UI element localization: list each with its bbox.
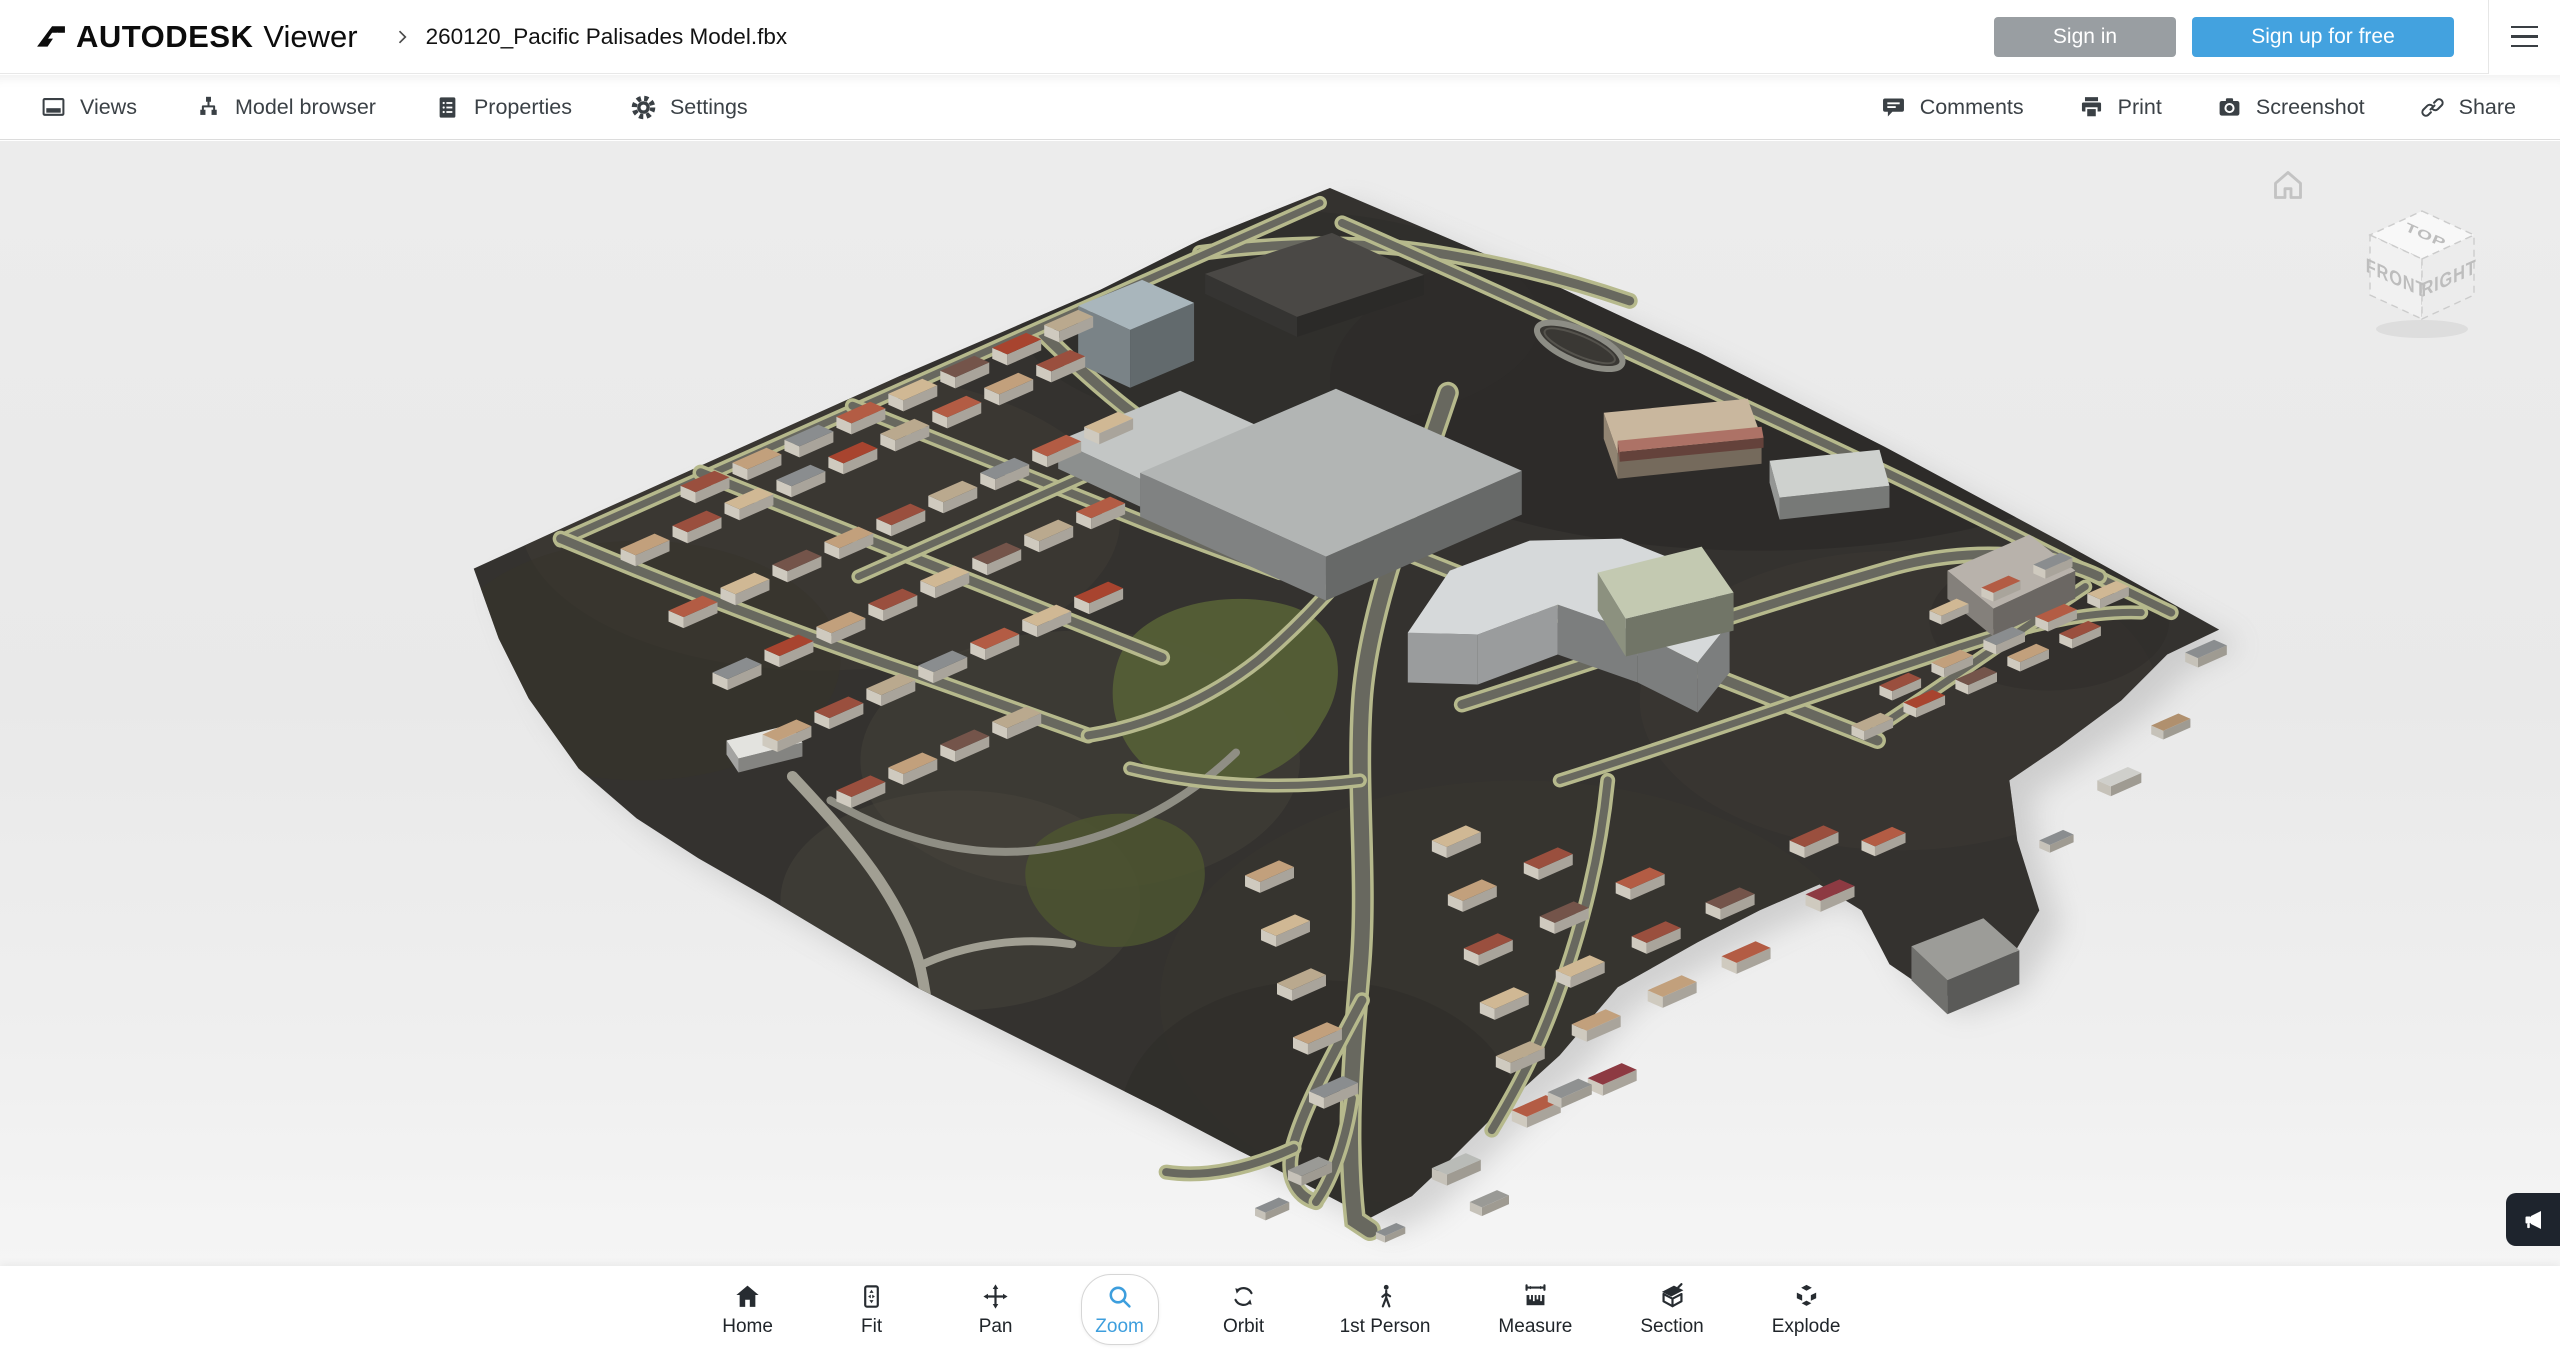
header-actions: Sign in Sign up for free	[1994, 0, 2560, 73]
model-viewport[interactable]: TOP FRONT RIGHT	[0, 141, 2560, 1267]
section-plane-icon	[1658, 1281, 1687, 1313]
views-icon	[40, 94, 67, 121]
menu-label: Share	[2459, 95, 2516, 120]
tool-label: Fit	[861, 1316, 882, 1338]
share-link-icon	[2419, 94, 2446, 121]
sign-in-button[interactable]: Sign in	[1994, 17, 2176, 57]
menu-label: Properties	[474, 95, 572, 120]
view-cube[interactable]: TOP FRONT RIGHT	[2356, 201, 2492, 353]
walking-person-icon	[1371, 1281, 1400, 1313]
tool-fit[interactable]: Fit	[833, 1274, 911, 1345]
measure-ruler-icon	[1521, 1281, 1550, 1313]
megaphone-icon	[2519, 1206, 2547, 1234]
tool-first-person[interactable]: 1st Person	[1329, 1274, 1442, 1345]
announcements-button[interactable]	[2506, 1193, 2560, 1246]
menu-model-browser[interactable]: Model browser	[195, 94, 376, 121]
tool-label: Zoom	[1095, 1316, 1144, 1338]
breadcrumb: 260120_Pacific Palisades Model.fbx	[392, 24, 787, 50]
menu-print[interactable]: Print	[2078, 94, 2162, 121]
autodesk-logo-icon	[36, 22, 66, 52]
home-icon	[733, 1281, 762, 1313]
header: AUTODESK Viewer 260120_Pacific Palisades…	[0, 0, 2560, 74]
tool-orbit[interactable]: Orbit	[1205, 1274, 1283, 1345]
tool-explode[interactable]: Explode	[1761, 1274, 1852, 1345]
explode-cube-icon	[1792, 1281, 1821, 1313]
menu-share[interactable]: Share	[2419, 94, 2516, 121]
product-text: Viewer	[263, 19, 357, 55]
tool-measure[interactable]: Measure	[1487, 1274, 1583, 1345]
chevron-right-icon	[392, 27, 412, 47]
settings-gear-icon	[630, 94, 657, 121]
pan-icon	[981, 1281, 1010, 1313]
tool-label: Section	[1640, 1316, 1703, 1338]
fit-icon	[857, 1281, 886, 1313]
autodesk-logo[interactable]: AUTODESK Viewer	[36, 19, 358, 55]
tool-label: 1st Person	[1340, 1316, 1431, 1338]
city-model-canvas[interactable]	[0, 141, 2560, 1267]
menu-label: Print	[2118, 95, 2162, 120]
brand-text: AUTODESK	[76, 19, 253, 55]
tool-section[interactable]: Section	[1629, 1274, 1714, 1345]
tool-label: Measure	[1498, 1316, 1572, 1338]
zoom-magnifier-icon	[1105, 1281, 1134, 1313]
menu-properties[interactable]: Properties	[434, 94, 572, 121]
screenshot-camera-icon	[2216, 94, 2243, 121]
menu-settings[interactable]: Settings	[630, 94, 748, 121]
menu-label: Model browser	[235, 95, 376, 120]
menu-hamburger-button[interactable]	[2489, 0, 2560, 74]
menu-comments[interactable]: Comments	[1880, 94, 2024, 121]
model-filename: 260120_Pacific Palisades Model.fbx	[426, 24, 787, 50]
viewcube-home-icon[interactable]	[2268, 165, 2308, 205]
navigation-toolbar: Home Fit	[0, 1266, 2560, 1352]
tool-pan[interactable]: Pan	[957, 1274, 1035, 1345]
menu-screenshot[interactable]: Screenshot	[2216, 94, 2365, 121]
tool-label: Pan	[979, 1316, 1013, 1338]
tool-label: Orbit	[1223, 1316, 1264, 1338]
model-browser-icon	[195, 94, 222, 121]
menu-label: Views	[80, 95, 137, 120]
print-icon	[2078, 94, 2105, 121]
tool-label: Home	[722, 1316, 773, 1338]
menubar-left: Views Model browser Properties	[40, 94, 748, 121]
properties-icon	[434, 94, 461, 121]
menu-label: Screenshot	[2256, 95, 2365, 120]
tool-zoom-active[interactable]: Zoom	[1081, 1274, 1159, 1345]
tool-label: Explode	[1772, 1316, 1841, 1338]
sign-up-button[interactable]: Sign up for free	[2192, 17, 2454, 57]
menubar-right: Comments Print Screenshot	[1880, 94, 2516, 121]
menu-label: Settings	[670, 95, 748, 120]
menu-label: Comments	[1920, 95, 2024, 120]
tool-home[interactable]: Home	[709, 1274, 787, 1345]
comments-icon	[1880, 94, 1907, 121]
viewer-menubar: Views Model browser Properties	[0, 75, 2560, 140]
orbit-icon	[1229, 1281, 1258, 1313]
menu-views[interactable]: Views	[40, 94, 137, 121]
autodesk-viewer-app: AUTODESK Viewer 260120_Pacific Palisades…	[0, 0, 2560, 1352]
